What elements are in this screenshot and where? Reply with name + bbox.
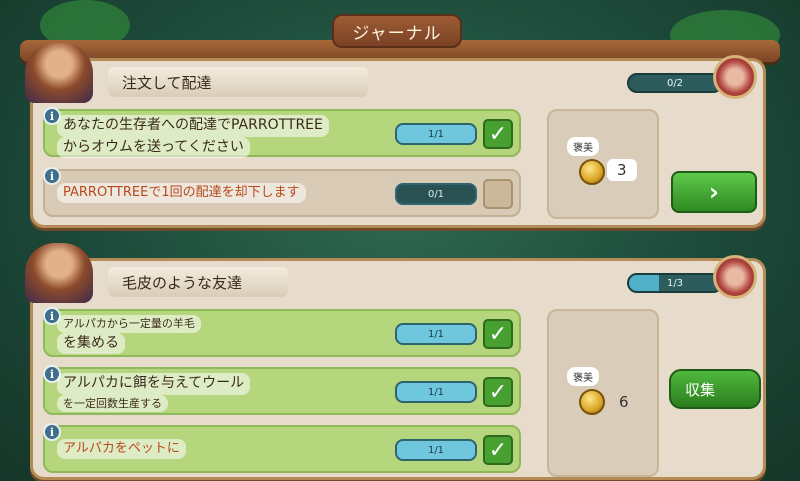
task-description: PARROTTREEで1回の配達を却下します bbox=[57, 183, 339, 204]
task-progress: 1/1 bbox=[395, 439, 477, 461]
task-row: i アルパカから一定量の羊毛 を集める 1/1 ✓ bbox=[43, 307, 521, 357]
task-row: i アルパカをペットに 1/1 ✓ bbox=[43, 423, 521, 473]
journal-title-text: ジャーナル bbox=[352, 23, 442, 44]
checkmark-icon: ✓ bbox=[483, 377, 513, 407]
journal-title: ジャーナル bbox=[332, 14, 462, 48]
task-row: i あなたの生存者への配達でPARROTTREE からオウムを送ってください 1… bbox=[43, 107, 521, 158]
survivor-avatar bbox=[25, 43, 93, 103]
task-description: アルパカをペットに bbox=[57, 439, 339, 460]
coin-icon bbox=[579, 389, 605, 415]
task-progress: 1/1 bbox=[395, 123, 477, 145]
task-description: あなたの生存者への配達でPARROTTREE からオウムを送ってください bbox=[57, 115, 339, 158]
quest-panel-2: 毛皮のような友達 1/3 i アルパカから一定量の羊毛 を集める 1/1 ✓ i… bbox=[25, 243, 766, 480]
tiki-mask-icon bbox=[713, 55, 757, 99]
checkmark-icon: ✓ bbox=[483, 435, 513, 465]
task-row: i アルパカに餌を与えてウール を一定回数生産する 1/1 ✓ bbox=[43, 365, 521, 415]
task-description: アルパカに餌を与えてウール を一定回数生産する bbox=[57, 373, 339, 413]
chevron-right-icon[interactable]: › bbox=[671, 171, 757, 213]
task-progress: 1/1 bbox=[395, 381, 477, 403]
checkmark-icon: ✓ bbox=[483, 319, 513, 349]
survivor-avatar bbox=[25, 243, 93, 303]
tiki-mask-icon bbox=[713, 255, 757, 299]
checkmark-icon: ✓ bbox=[483, 119, 513, 149]
task-row: i PARROTTREEで1回の配達を却下します 0/1 bbox=[43, 167, 521, 217]
quest-title: 毛皮のような友達 bbox=[108, 267, 288, 297]
task-description: アルパカから一定量の羊毛 を集める bbox=[57, 315, 339, 355]
reward-box: 褒美 3 bbox=[547, 109, 659, 219]
reward-label: 褒美 bbox=[567, 137, 599, 156]
quest-progress-bar: 1/3 bbox=[627, 273, 723, 293]
collect-button[interactable]: 収集 bbox=[669, 369, 761, 409]
quest-panel-1: 注文して配達 0/2 i あなたの生存者への配達でPARROTTREE からオウ… bbox=[25, 43, 766, 228]
task-progress: 1/1 bbox=[395, 323, 477, 345]
reward-amount: 6 bbox=[619, 393, 629, 411]
coin-icon bbox=[579, 159, 605, 185]
reward-label: 褒美 bbox=[567, 367, 599, 386]
checkbox-empty bbox=[483, 179, 513, 209]
reward-amount: 3 bbox=[607, 159, 637, 181]
task-progress: 0/1 bbox=[395, 183, 477, 205]
quest-progress-bar: 0/2 bbox=[627, 73, 723, 93]
quest-title: 注文して配達 bbox=[108, 67, 368, 97]
reward-box: 褒美 6 bbox=[547, 309, 659, 477]
